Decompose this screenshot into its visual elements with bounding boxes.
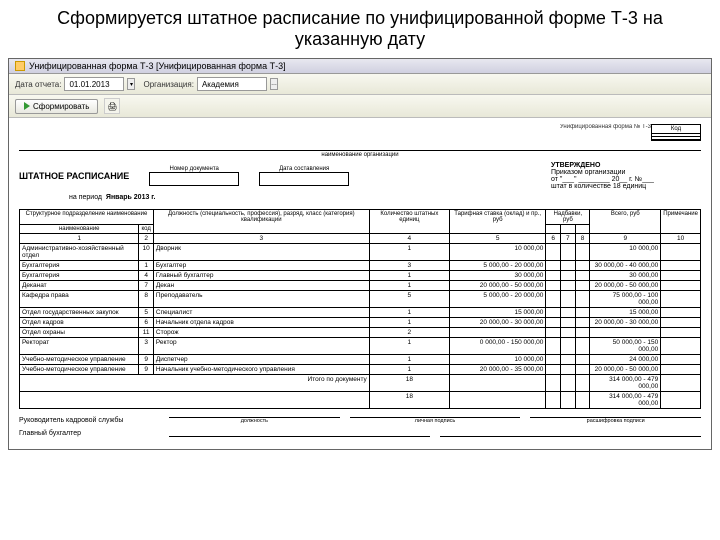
org-label: Организация: xyxy=(143,80,193,89)
table-row: Учебно-методическое управление9Начальник… xyxy=(20,365,701,375)
org-sub: наименование организации xyxy=(19,152,701,158)
table-row: Учебно-методическое управление9Диспетчер… xyxy=(20,355,701,365)
toolbar-params: Дата отчета: ▾ Организация: … xyxy=(9,74,711,95)
toolbar-actions: Сформировать 🖨 xyxy=(9,95,711,118)
print-icon[interactable]: 🖨 xyxy=(104,98,120,114)
generate-button[interactable]: Сформировать xyxy=(15,99,98,114)
col-dept: Структурное подразделение наименование xyxy=(20,210,154,225)
play-icon xyxy=(24,102,30,110)
hr-head-label: Руководитель кадровой службы xyxy=(19,417,159,424)
total-label: Итого по документу xyxy=(20,375,370,392)
table-row: Административно-хозяйственный отдел10Дво… xyxy=(20,244,701,261)
window-titlebar: Унифицированная форма Т-3 [Унифицированн… xyxy=(9,59,711,74)
document-area: Код Унифицированная форма № Т-3 наименов… xyxy=(9,118,711,449)
doc-title: ШТАТНОЕ РАСПИСАНИЕ xyxy=(19,171,129,181)
table-row: Бухгалтерия4Главный бухгалтер130 000,003… xyxy=(20,271,701,281)
table-row: Кафедра права8Преподаватель55 000,00 - 2… xyxy=(20,291,701,308)
approval-block: УТВЕРЖДЕНО Приказом организации от "___"… xyxy=(551,162,701,190)
col-position: Должность (специальность, профессия), ра… xyxy=(153,210,369,234)
org-picker-icon[interactable]: … xyxy=(270,78,278,90)
app-icon xyxy=(15,61,25,71)
doc-date-box: Дата составления xyxy=(259,166,349,187)
period: на период Январь 2013 г. xyxy=(69,194,701,201)
table-row: Бухгалтерия1Бухгалтер35 000,00 - 20 000,… xyxy=(20,261,701,271)
form-name: Унифицированная форма № Т-3 xyxy=(19,124,701,130)
date-input[interactable] xyxy=(64,77,124,91)
slide-title: Сформируется штатное расписание по унифи… xyxy=(0,0,720,58)
table-row: Деканат7Декан120 000,00 - 50 000,0020 00… xyxy=(20,281,701,291)
doc-number-box: Номер документа xyxy=(149,166,239,187)
col-rate: Тарифная ставка (оклад) и пр., руб xyxy=(449,210,545,234)
signatures: Руководитель кадровой службы должность л… xyxy=(19,417,701,437)
col-total: Всего, руб xyxy=(590,210,661,234)
generate-label: Сформировать xyxy=(33,102,89,111)
col-units: Количество штатных единиц xyxy=(369,210,449,234)
code-box: Код xyxy=(651,124,701,141)
org-input[interactable] xyxy=(197,77,267,91)
table-row: Отдел охраны11Сторож2 xyxy=(20,328,701,338)
date-picker-icon[interactable]: ▾ xyxy=(127,78,135,90)
col-allowance: Надбавки, руб xyxy=(546,210,590,225)
col-code: код xyxy=(139,225,153,234)
staffing-table: Структурное подразделение наименование Д… xyxy=(19,209,701,409)
date-label: Дата отчета: xyxy=(15,80,61,89)
chief-accountant-label: Главный бухгалтер xyxy=(19,430,159,437)
table-row: Ректорат3Ректор10 000,00 - 150 000,0050 … xyxy=(20,338,701,355)
table-row: Отдел кадров6Начальник отдела кадров120 … xyxy=(20,318,701,328)
table-row: Отдел государственных закупок5Специалист… xyxy=(20,308,701,318)
total-units: 18 xyxy=(369,375,449,392)
org-line xyxy=(19,141,701,151)
window-title: Унифицированная форма Т-3 [Унифицированн… xyxy=(29,61,286,71)
app-window: Унифицированная форма Т-3 [Унифицированн… xyxy=(8,58,712,450)
total-sum: 314 000,00 - 479 000,00 xyxy=(590,375,661,392)
col-note: Примечание xyxy=(661,210,701,234)
